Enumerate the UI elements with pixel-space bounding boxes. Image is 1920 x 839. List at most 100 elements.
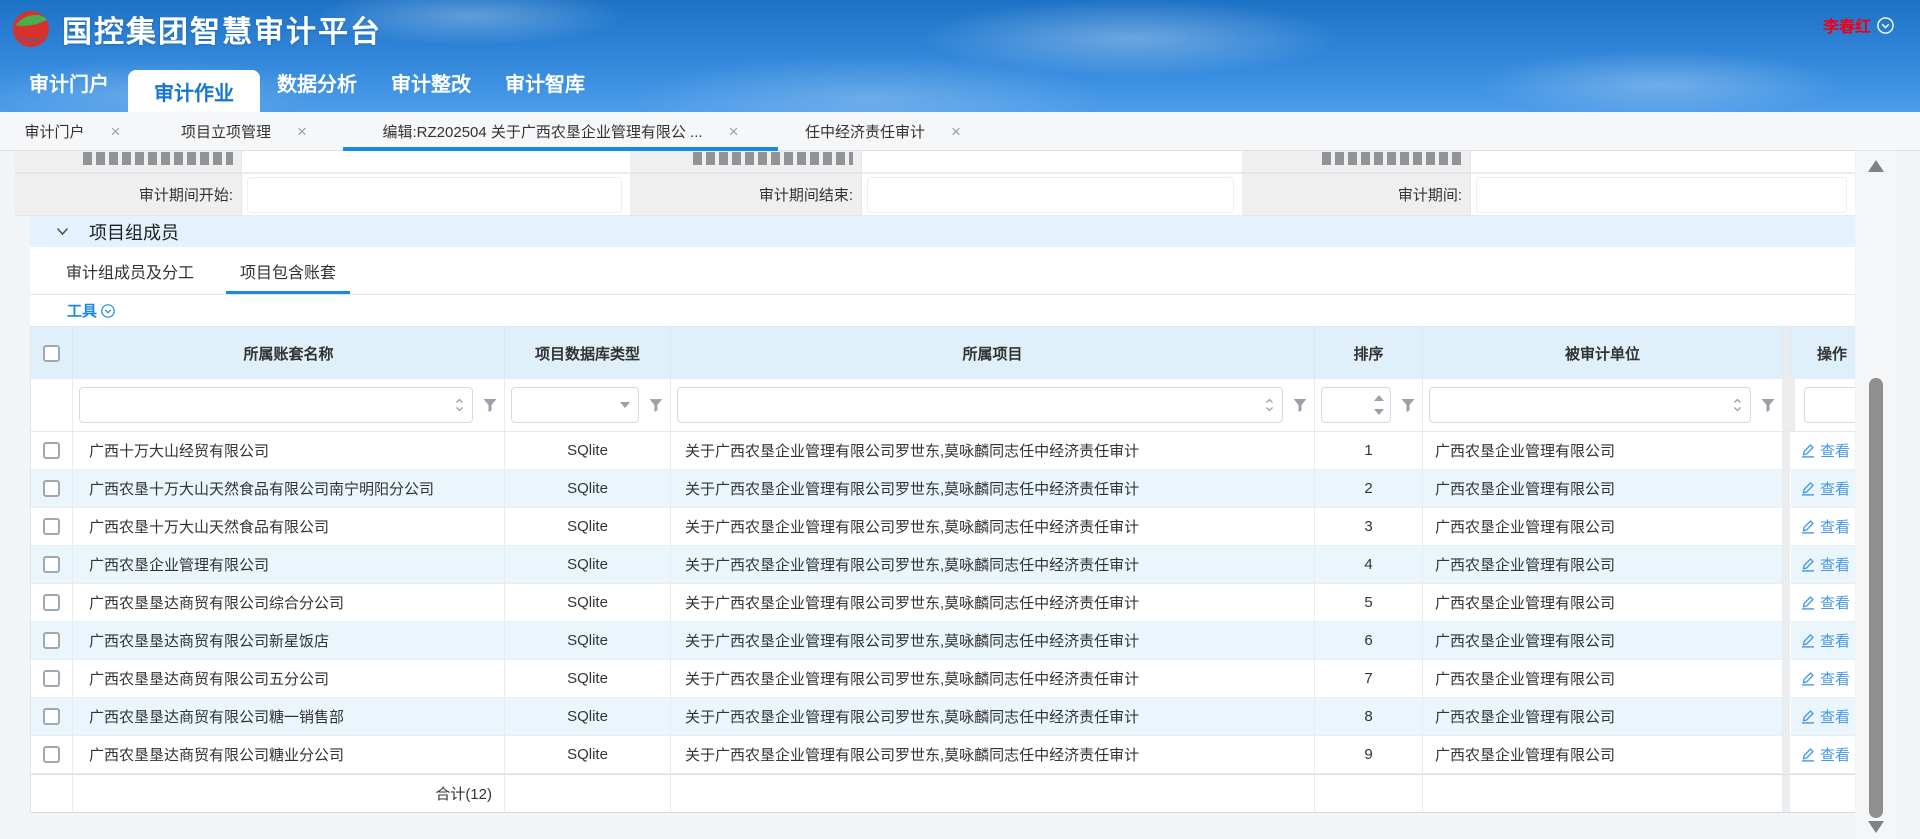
- view-link[interactable]: 查看: [1801, 554, 1850, 575]
- row-checkbox[interactable]: [43, 518, 60, 535]
- nav-item[interactable]: 数据分析: [277, 68, 357, 97]
- table-filter-row: [31, 379, 1855, 432]
- table-footer-row: 合计(12): [31, 774, 1855, 813]
- view-link[interactable]: 查看: [1801, 516, 1850, 537]
- cell-audited-unit: 广西农垦企业管理有限公司: [1423, 622, 1783, 659]
- tools-menu[interactable]: 工具: [30, 295, 1855, 326]
- view-link[interactable]: 查看: [1801, 744, 1850, 765]
- combobox-caret-icon[interactable]: [1733, 397, 1742, 413]
- cell-account-name: 广西农垦垦达商贸有限公司新星饭店: [73, 622, 505, 659]
- view-link[interactable]: 查看: [1801, 630, 1850, 651]
- cell-project: 关于广西农垦企业管理有限公司罗世东,莫咏麟同志任中经济责任审计: [671, 508, 1315, 545]
- db-type-filter-select[interactable]: [511, 387, 639, 423]
- tab-close-icon[interactable]: ×: [729, 123, 739, 140]
- table-row[interactable]: 广西农垦垦达商贸有限公司综合分公司 SQlite 关于广西农垦企业管理有限公司罗…: [31, 584, 1855, 622]
- nav-item[interactable]: 审计门户: [29, 68, 109, 97]
- document-tab[interactable]: 项目立项管理 ×: [145, 112, 343, 150]
- cell-project: 关于广西农垦企业管理有限公司罗世东,莫咏麟同志任中经济责任审计: [671, 660, 1315, 697]
- cell-db-type: SQlite: [505, 584, 671, 621]
- filter-funnel-icon[interactable]: [648, 397, 664, 413]
- table-row[interactable]: 广西农垦垦达商贸有限公司新星饭店 SQlite 关于广西农垦企业管理有限公司罗世…: [31, 622, 1855, 660]
- document-tab[interactable]: 编辑:RZ202504 关于广西农垦企业管理有限公 ... ×: [343, 112, 778, 150]
- project-filter-combobox[interactable]: [677, 387, 1283, 423]
- table-row[interactable]: 广西农垦十万大山天然食品有限公司南宁明阳分公司 SQlite 关于广西农垦企业管…: [31, 470, 1855, 508]
- edit-pencil-icon[interactable]: [1801, 481, 1815, 496]
- edit-pencil-icon[interactable]: [1801, 747, 1815, 762]
- col-header-db-type: 项目数据库类型: [505, 327, 671, 379]
- audited-unit-filter-combobox[interactable]: [1429, 387, 1751, 423]
- scroll-down-icon[interactable]: [1868, 821, 1884, 833]
- edit-pencil-icon[interactable]: [1801, 671, 1815, 686]
- nav-item[interactable]: 审计作业: [128, 70, 260, 112]
- view-link[interactable]: 查看: [1801, 668, 1850, 689]
- cell-account-name: 广西农垦十万大山天然食品有限公司: [73, 508, 505, 545]
- spinner-arrows-icon[interactable]: [1374, 394, 1384, 416]
- filter-funnel-icon[interactable]: [1400, 397, 1416, 413]
- tab-close-icon[interactable]: ×: [297, 123, 307, 140]
- scroll-up-icon[interactable]: [1868, 160, 1884, 172]
- footer-total: 合计(12): [73, 775, 505, 812]
- edit-pencil-icon[interactable]: [1801, 443, 1815, 458]
- document-tab[interactable]: 任中经济责任审计 ×: [778, 112, 988, 150]
- cell-project: 关于广西农垦企业管理有限公司罗世东,莫咏麟同志任中经济责任审计: [671, 546, 1315, 583]
- document-tab-label: 项目立项管理: [181, 121, 271, 142]
- collapse-chevron-icon[interactable]: [56, 227, 69, 236]
- table-row[interactable]: 广西农垦十万大山天然食品有限公司 SQlite 关于广西农垦企业管理有限公司罗世…: [31, 508, 1855, 546]
- table-row[interactable]: 广西农垦垦达商贸有限公司糖业分公司 SQlite 关于广西农垦企业管理有限公司罗…: [31, 736, 1855, 774]
- edit-pencil-icon[interactable]: [1801, 595, 1815, 610]
- tools-chevron-down-icon[interactable]: [101, 304, 115, 318]
- filter-funnel-icon[interactable]: [482, 397, 498, 413]
- row-checkbox[interactable]: [43, 746, 60, 763]
- user-chevron-down-icon[interactable]: [1877, 17, 1894, 34]
- row-checkbox[interactable]: [43, 632, 60, 649]
- audit-period-start-input[interactable]: [247, 177, 622, 213]
- edit-pencil-icon[interactable]: [1801, 633, 1815, 648]
- audit-period-input[interactable]: [1476, 177, 1847, 213]
- filter-funnel-icon[interactable]: [1292, 397, 1308, 413]
- select-arrow-icon[interactable]: [620, 402, 630, 408]
- edit-pencil-icon[interactable]: [1801, 519, 1815, 534]
- view-link[interactable]: 查看: [1801, 592, 1850, 613]
- cell-project: 关于广西农垦企业管理有限公司罗世东,莫咏麟同志任中经济责任审计: [671, 736, 1315, 773]
- account-name-filter-combobox[interactable]: [79, 387, 473, 423]
- vertical-scrollbar[interactable]: [1856, 151, 1896, 839]
- tools-menu-label[interactable]: 工具: [67, 300, 97, 321]
- table-row[interactable]: 广西十万大山经贸有限公司 SQlite 关于广西农垦企业管理有限公司罗世东,莫咏…: [31, 432, 1855, 470]
- view-link[interactable]: 查看: [1801, 478, 1850, 499]
- user-menu[interactable]: 李春红: [1823, 13, 1894, 37]
- panel-tab[interactable]: 项目包含账套: [240, 247, 336, 294]
- cell-account-name: 广西农垦垦达商贸有限公司五分公司: [73, 660, 505, 697]
- table-row[interactable]: 广西农垦垦达商贸有限公司糖一销售部 SQlite 关于广西农垦企业管理有限公司罗…: [31, 698, 1855, 736]
- row-checkbox[interactable]: [43, 480, 60, 497]
- row-checkbox[interactable]: [43, 708, 60, 725]
- edit-pencil-icon[interactable]: [1801, 557, 1815, 572]
- select-all-checkbox[interactable]: [43, 345, 60, 362]
- row-checkbox[interactable]: [43, 556, 60, 573]
- combobox-caret-icon[interactable]: [1265, 397, 1274, 413]
- row-checkbox[interactable]: [43, 442, 60, 459]
- cell-order: 1: [1315, 432, 1423, 469]
- panel-tab[interactable]: 审计组成员及分工: [66, 247, 194, 294]
- filter-funnel-icon[interactable]: [1760, 397, 1776, 413]
- order-filter-spinner[interactable]: [1321, 387, 1391, 423]
- scrollbar-thumb[interactable]: [1869, 378, 1883, 818]
- row-checkbox[interactable]: [43, 594, 60, 611]
- tab-close-icon[interactable]: ×: [111, 123, 121, 140]
- nav-item[interactable]: 审计智库: [505, 68, 585, 97]
- table-row[interactable]: 广西农垦企业管理有限公司 SQlite 关于广西农垦企业管理有限公司罗世东,莫咏…: [31, 546, 1855, 584]
- row-checkbox[interactable]: [43, 670, 60, 687]
- edit-pencil-icon[interactable]: [1801, 709, 1815, 724]
- project-members-section-header[interactable]: 项目组成员: [30, 216, 1855, 247]
- view-link[interactable]: 查看: [1801, 706, 1850, 727]
- user-name[interactable]: 李春红: [1823, 13, 1871, 37]
- nav-item[interactable]: 审计整改: [391, 68, 471, 97]
- tab-close-icon[interactable]: ×: [951, 123, 961, 140]
- table-row[interactable]: 广西农垦垦达商贸有限公司五分公司 SQlite 关于广西农垦企业管理有限公司罗世…: [31, 660, 1855, 698]
- combobox-caret-icon[interactable]: [455, 397, 464, 413]
- actions-filter-input[interactable]: [1804, 387, 1855, 423]
- cell-order: 3: [1315, 508, 1423, 545]
- audit-period-end-input[interactable]: [867, 177, 1234, 213]
- document-tab[interactable]: 审计门户 ×: [0, 112, 145, 150]
- view-link[interactable]: 查看: [1801, 440, 1850, 461]
- col-header-project: 所属项目: [671, 327, 1315, 379]
